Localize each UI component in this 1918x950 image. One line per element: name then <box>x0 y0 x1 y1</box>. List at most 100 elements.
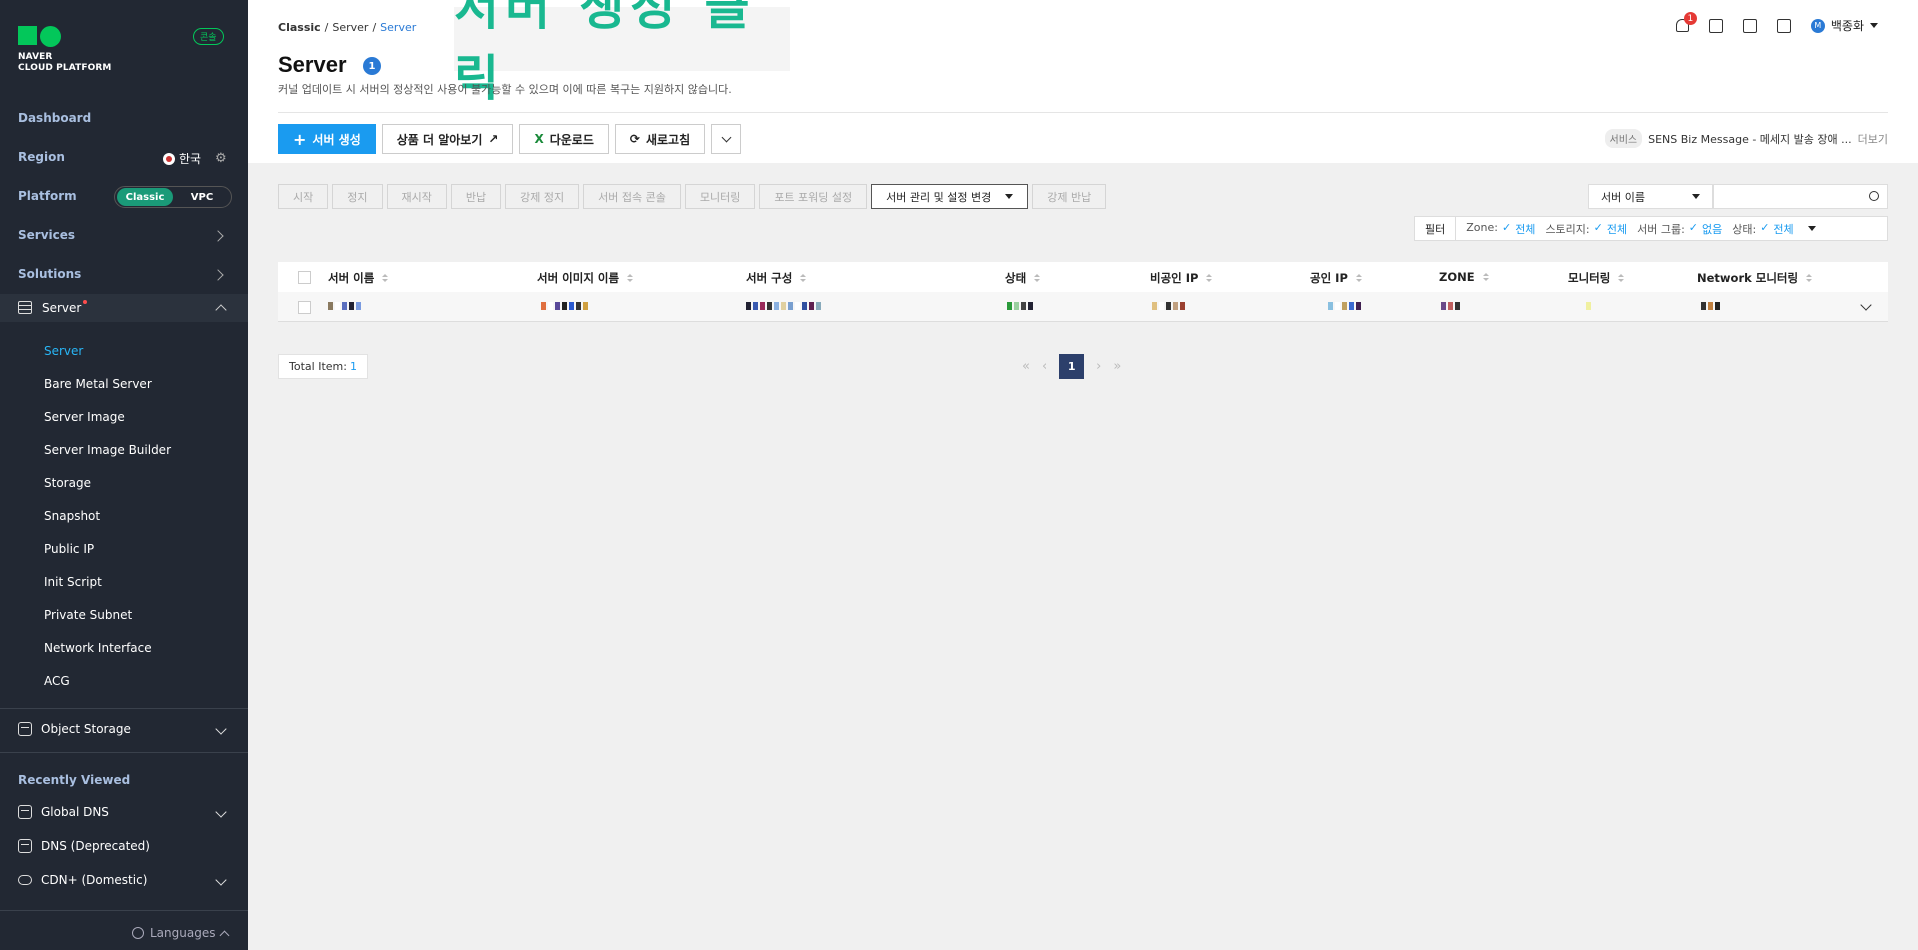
console-button[interactable]: 서버 접속 콘솔 <box>583 184 681 209</box>
filter-storage-value: 전체 <box>1606 222 1628 236</box>
column-header[interactable]: 상태 <box>1005 270 1041 286</box>
sidebar-divider <box>0 708 248 709</box>
monitoring-button[interactable]: 모니터링 <box>684 184 756 209</box>
sidebar-item-bare-metal-server[interactable]: Bare Metal Server <box>44 377 152 391</box>
chevron-up-icon[interactable] <box>215 304 227 316</box>
server-icon <box>18 301 32 314</box>
sidebar-item-private-subnet[interactable]: Private Subnet <box>44 608 132 622</box>
sidebar-item-public-ip[interactable]: Public IP <box>44 542 94 556</box>
user-menu[interactable]: M 백종화 <box>1810 17 1878 34</box>
caret-down-icon <box>1005 194 1014 199</box>
total-items: Total Item: 1 <box>278 354 368 379</box>
filter-label[interactable]: 필터 <box>1415 217 1457 240</box>
console-badge[interactable]: 콘솔 <box>193 28 224 45</box>
edit-icon[interactable] <box>1742 18 1757 33</box>
chevron-down-icon[interactable] <box>215 723 227 735</box>
filter-status: 상태: ✓ 전체 <box>1732 221 1793 237</box>
redacted-monitoring <box>1586 302 1591 310</box>
platform-toggle[interactable]: Classic VPC <box>114 186 232 208</box>
notice-more-link[interactable]: 더보기 <box>1858 131 1888 147</box>
region-selector[interactable]: 한국 <box>163 150 201 167</box>
chevron-right-icon <box>212 230 224 242</box>
column-header[interactable]: Network 모니터링 <box>1697 270 1813 286</box>
stop-button[interactable]: 정지 <box>332 184 383 209</box>
row-checkbox[interactable] <box>298 301 311 314</box>
sidebar-item-solutions[interactable]: Solutions <box>18 267 81 281</box>
sidebar-group-server[interactable]: Server <box>0 294 248 322</box>
column-header[interactable]: 서버 이름 <box>328 270 389 286</box>
sidebar-item-server-image-builder[interactable]: Server Image Builder <box>44 443 171 457</box>
page-button-current[interactable]: 1 <box>1059 354 1085 379</box>
service-notice[interactable]: 서비스 SENS Biz Message - 메세지 발송 장애 ... 더보기 <box>1604 129 1888 148</box>
sidebar-item-acg[interactable]: ACG <box>44 674 70 688</box>
select-all-checkbox[interactable] <box>298 271 311 284</box>
sort-icon <box>1618 274 1625 282</box>
column-header[interactable]: 모니터링 <box>1568 270 1625 286</box>
chat-icon[interactable] <box>1708 18 1723 33</box>
download-button[interactable]: X 다운로드 <box>519 124 609 154</box>
bell-icon[interactable]: 1 <box>1675 12 1697 32</box>
prev-page-icon[interactable]: ‹ <box>1042 359 1047 374</box>
search-input[interactable] <box>1713 184 1888 209</box>
column-header[interactable]: ZONE <box>1439 270 1489 284</box>
create-server-button[interactable]: + 서버 생성 <box>278 124 376 154</box>
sidebar-group-object-storage[interactable]: Object Storage <box>18 722 131 736</box>
refresh-label: 새로고침 <box>645 132 691 147</box>
object-storage-label: Object Storage <box>41 722 131 736</box>
more-options-button[interactable] <box>711 124 742 154</box>
recent-item-global-dns[interactable]: Global DNS <box>18 805 109 819</box>
port-forward-button[interactable]: 포트 포워딩 설정 <box>759 184 868 209</box>
platform-classic[interactable]: Classic <box>117 188 173 206</box>
sidebar-item-server-image[interactable]: Server Image <box>44 410 125 424</box>
first-page-icon[interactable]: « <box>1022 359 1030 374</box>
return-button[interactable]: 반납 <box>450 184 502 209</box>
filter-bar[interactable]: 필터 Zone: ✓ 전체 스토리지: ✓ 전체 서버 그룹: ✓ 없음 상태:… <box>1414 216 1888 241</box>
chevron-down-icon[interactable] <box>215 874 227 886</box>
table-row[interactable] <box>278 292 1888 322</box>
gear-icon[interactable]: ⚙ <box>215 151 227 166</box>
start-button[interactable]: 시작 <box>278 184 329 209</box>
sidebar-item-init-script[interactable]: Init Script <box>44 575 102 589</box>
refresh-button[interactable]: ⟳ 새로고침 <box>614 124 706 154</box>
recent-item-dns-deprecated[interactable]: DNS (Deprecated) <box>18 839 150 853</box>
breadcrumb-classic[interactable]: Classic <box>278 21 321 34</box>
column-header[interactable]: 공인 IP <box>1310 270 1362 286</box>
search-icon[interactable] <box>1869 191 1879 201</box>
column-header[interactable]: 비공인 IP <box>1150 270 1213 286</box>
next-page-icon[interactable]: › <box>1096 359 1101 374</box>
breadcrumb-server[interactable]: Server <box>332 21 368 34</box>
search-field-select[interactable]: 서버 이름 <box>1588 184 1713 209</box>
recent-item-label: Global DNS <box>41 805 109 819</box>
notice-text[interactable]: SENS Biz Message - 메세지 발송 장애 ... <box>1648 131 1852 147</box>
sidebar-item-storage[interactable]: Storage <box>44 476 91 490</box>
sort-icon <box>382 274 389 282</box>
last-page-icon[interactable]: » <box>1113 359 1121 374</box>
sidebar-item-network-interface[interactable]: Network Interface <box>44 641 152 655</box>
sidebar-item-snapshot[interactable]: Snapshot <box>44 509 100 523</box>
expand-row-chevron-icon[interactable] <box>1860 299 1872 311</box>
sidebar-item-services[interactable]: Services <box>18 228 75 242</box>
external-link-icon: ↗ <box>488 132 499 146</box>
languages-selector[interactable]: Languages <box>132 926 230 940</box>
sidebar-item-server[interactable]: Server <box>44 344 83 358</box>
force-stop-button[interactable]: 강제 정지 <box>505 184 580 209</box>
column-header[interactable]: 서버 이미지 이름 <box>537 270 634 286</box>
redacted-network-monitoring <box>1701 302 1720 310</box>
chevron-down-icon[interactable] <box>215 806 227 818</box>
top-utility-bar: 1 M 백종화 <box>1675 12 1878 34</box>
learn-more-button[interactable]: 상품 더 알아보기 ↗ <box>381 124 514 154</box>
recently-viewed-title: Recently Viewed <box>18 773 131 787</box>
new-dot-icon <box>83 300 87 304</box>
restart-button[interactable]: 재시작 <box>386 184 447 209</box>
caret-down-icon[interactable] <box>1807 226 1816 231</box>
naver-cloud-logo[interactable]: NAVER CLOUD PLATFORM <box>18 26 111 74</box>
manage-settings-dropdown[interactable]: 서버 관리 및 설정 변경 <box>871 184 1029 209</box>
force-return-button[interactable]: 강제 반납 <box>1032 184 1107 209</box>
platform-vpc[interactable]: VPC <box>173 192 231 203</box>
sidebar-item-dashboard[interactable]: Dashboard <box>18 111 91 125</box>
server-table: 서버 이름 서버 이미지 이름 서버 구성 상태 비공인 IP 공인 IP ZO… <box>278 262 1888 322</box>
book-icon[interactable] <box>1776 18 1791 33</box>
recent-item-cdn-domestic[interactable]: CDN+ (Domestic) <box>18 873 147 887</box>
server-count-badge: 1 <box>363 57 381 75</box>
column-header[interactable]: 서버 구성 <box>746 270 807 286</box>
